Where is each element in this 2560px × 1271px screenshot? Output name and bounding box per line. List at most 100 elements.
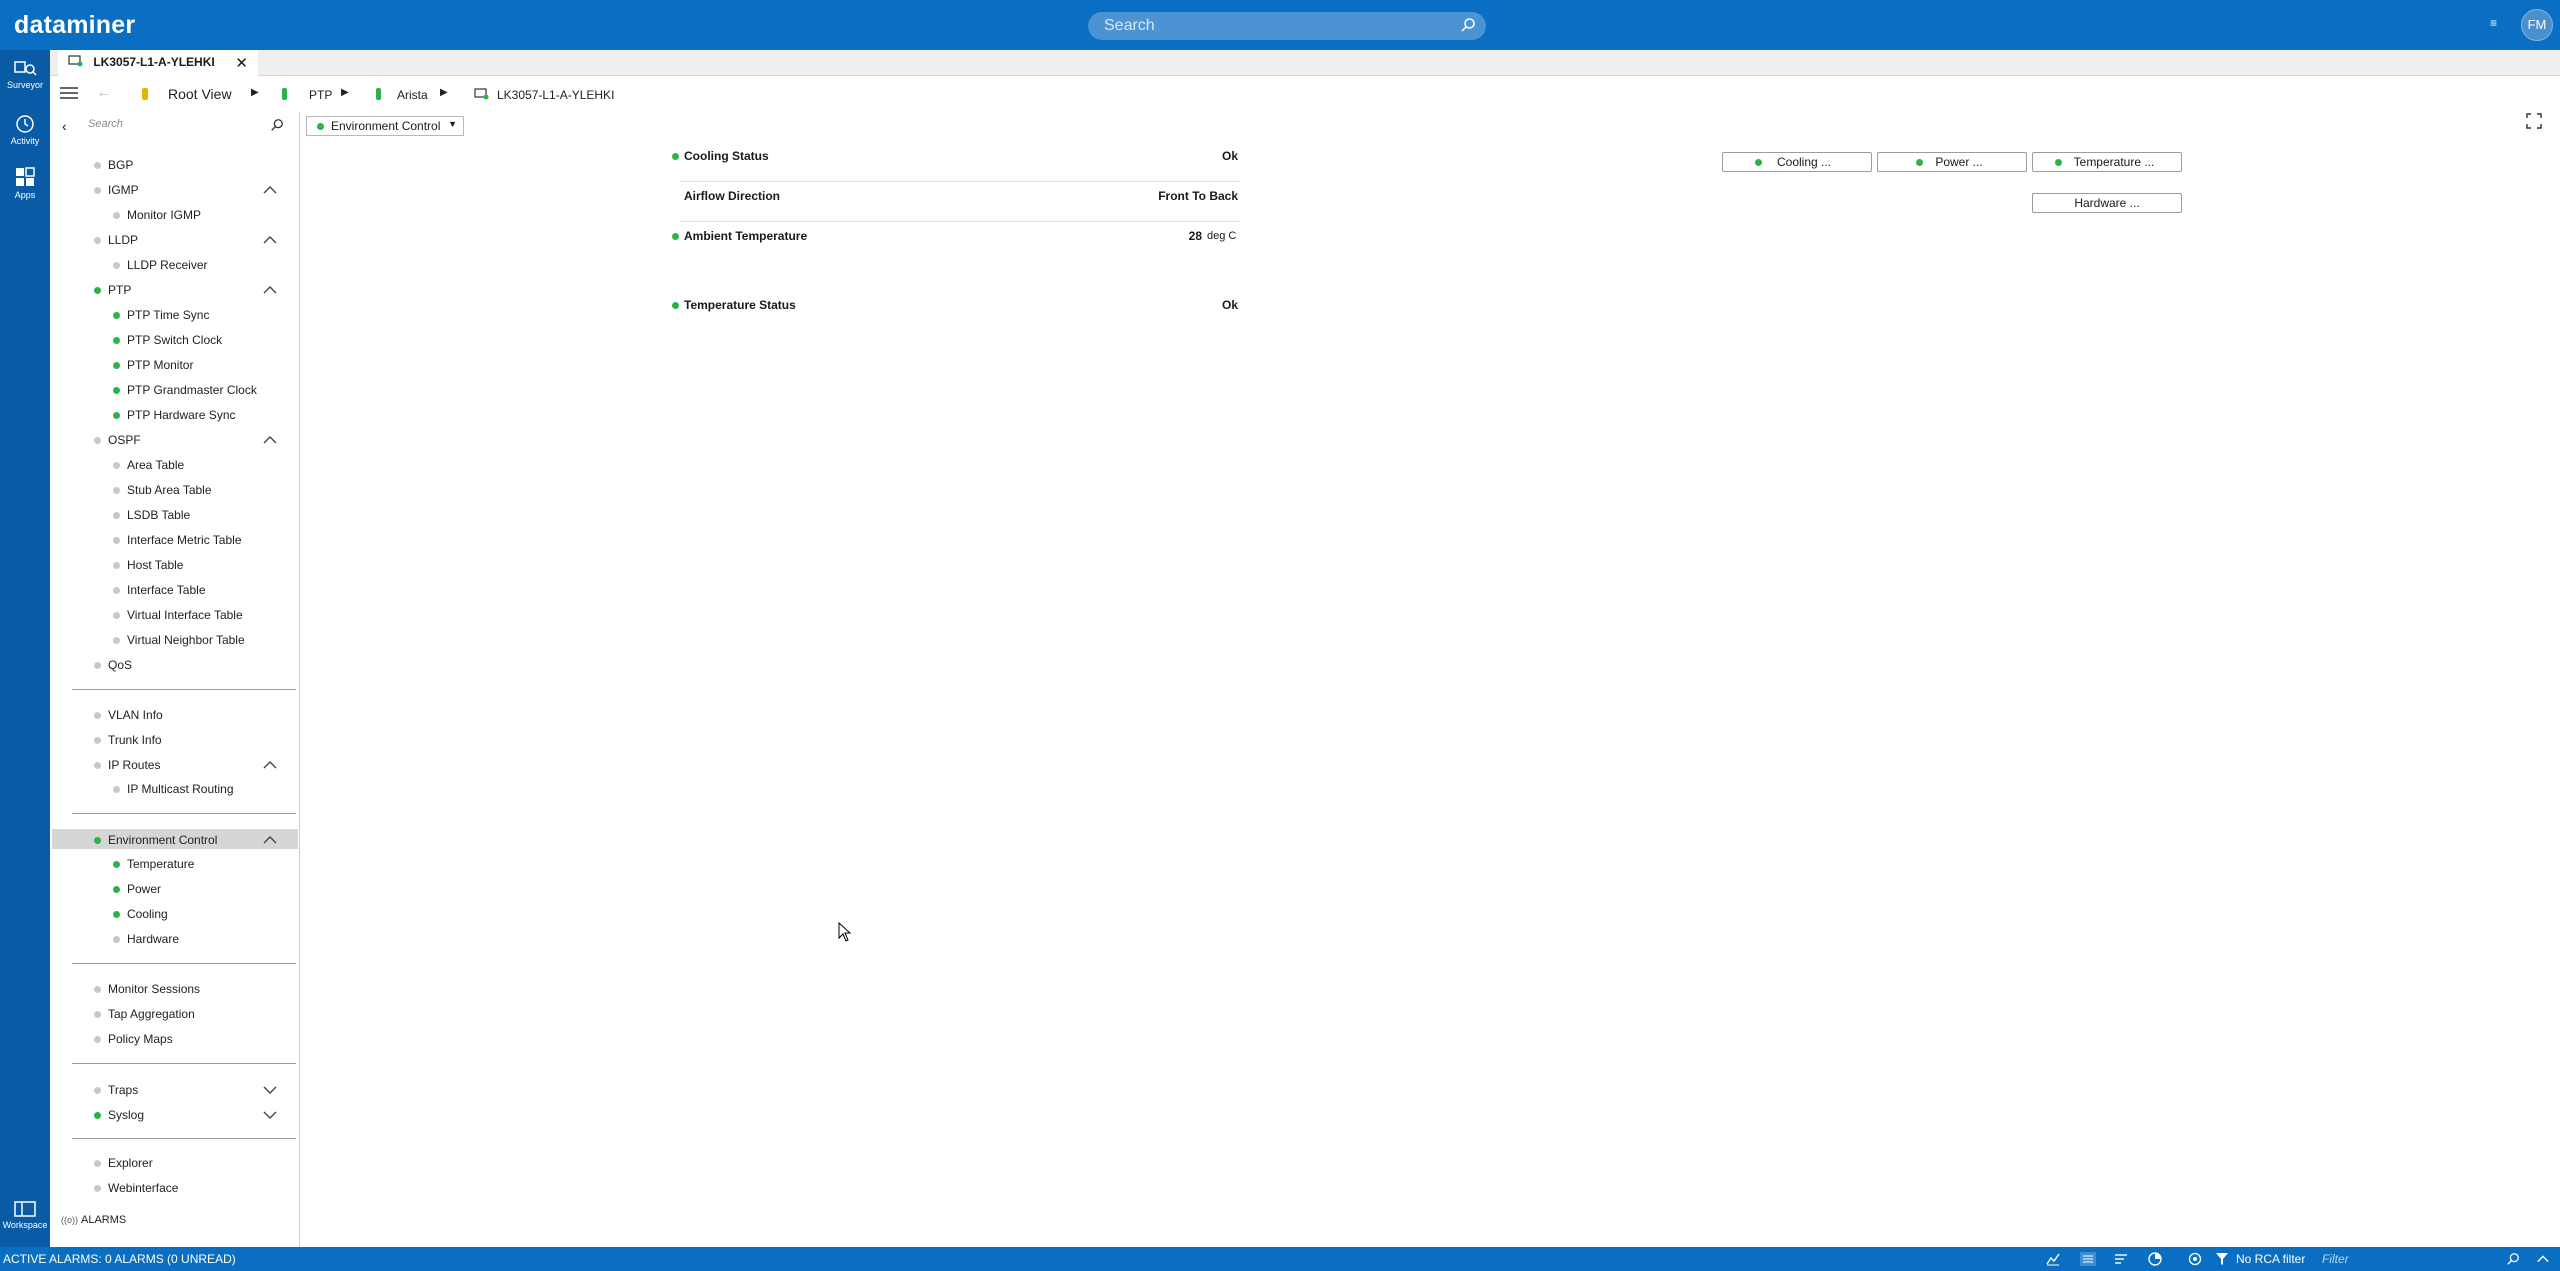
- status-dot: [317, 123, 324, 130]
- status-dot: [1916, 159, 1923, 166]
- alarm-filter-input[interactable]: Filter: [2322, 1252, 2349, 1266]
- ambient-temperature-dot: [672, 233, 679, 240]
- ptp-view-icon: [282, 88, 287, 100]
- mouse-cursor-icon: [838, 922, 852, 942]
- broadcast-icon: ((o)): [61, 1215, 78, 1225]
- chevron-up-icon[interactable]: [262, 234, 278, 246]
- tab-element-card[interactable]: LK3057-L1-A-YLEHKI ✕: [58, 50, 258, 76]
- rail-workspace-label: Workspace: [2, 1220, 48, 1230]
- power-page-button[interactable]: Power ...: [1877, 152, 2027, 172]
- page-select-value: Environment Control: [331, 119, 441, 133]
- breadcrumb-ptp[interactable]: PTP: [309, 88, 332, 102]
- nav-divider: [72, 1138, 296, 1139]
- cooling-button-label: Cooling ...: [1776, 155, 1832, 169]
- temperature-button-label: Temperature ...: [2073, 155, 2155, 169]
- hardware-button-label: Hardware ...: [2074, 196, 2140, 210]
- page-select[interactable]: Environment Control ▼: [306, 116, 464, 136]
- global-search-input[interactable]: Search: [1088, 12, 1486, 40]
- chevron-up-icon[interactable]: [262, 434, 278, 446]
- tab-label: LK3057-L1-A-YLEHKI: [93, 55, 215, 69]
- nav-divider: [72, 689, 296, 690]
- breadcrumb-root-view[interactable]: Root View: [168, 86, 232, 102]
- rca-filter-label[interactable]: No RCA filter: [2236, 1252, 2305, 1266]
- search-icon[interactable]: [2506, 1252, 2520, 1266]
- arista-view-icon: [376, 88, 381, 100]
- breadcrumb-separator-icon[interactable]: ▶: [251, 87, 259, 98]
- status-dot: [1755, 159, 1762, 166]
- root-view-icon: [142, 88, 148, 100]
- rail-apps-label: Apps: [14, 190, 36, 200]
- status-dot: [2055, 159, 2062, 166]
- hamburger-icon[interactable]: [60, 86, 78, 103]
- rail-activity[interactable]: Activity: [0, 114, 50, 146]
- ambient-temperature-label: Ambient Temperature: [684, 229, 808, 243]
- top-bar: dataminer Search ≡ FM: [0, 0, 2560, 50]
- rail-apps[interactable]: Apps: [0, 166, 50, 200]
- hardware-page-button[interactable]: Hardware ...: [2032, 193, 2182, 213]
- ambient-temperature-value: 28: [1188, 229, 1202, 243]
- page-navigation-panel: [50, 112, 300, 1247]
- breadcrumb-element[interactable]: LK3057-L1-A-YLEHKI: [497, 88, 614, 102]
- user-menu-chevron-icon[interactable]: ≡: [2490, 16, 2497, 30]
- chevron-up-icon[interactable]: [262, 184, 278, 196]
- breadcrumb: ← Root View ▶ PTP ▶ Arista ▶ LK3057-L1-A…: [50, 80, 2560, 129]
- user-avatar[interactable]: FM: [2521, 9, 2553, 41]
- airflow-direction-value: Front To Back: [1158, 189, 1238, 203]
- chevron-down-icon[interactable]: [262, 1109, 278, 1121]
- airflow-direction-label: Airflow Direction: [684, 189, 781, 203]
- collapse-panel-icon[interactable]: ‹: [62, 118, 67, 134]
- active-alarms-summary[interactable]: ACTIVE ALARMS: 0 ALARMS (0 UNREAD): [3, 1252, 236, 1266]
- rail-surveyor-label: Surveyor: [6, 80, 43, 90]
- workspace-icon: [14, 1201, 36, 1217]
- page-search-input[interactable]: Search: [88, 118, 288, 134]
- clock-icon: [16, 115, 34, 133]
- temperature-status-label: Temperature Status: [684, 298, 796, 312]
- chevron-up-icon[interactable]: [2536, 1253, 2550, 1265]
- breadcrumb-arista[interactable]: Arista: [397, 88, 428, 102]
- filter-icon[interactable]: [2216, 1252, 2228, 1266]
- temperature-page-button[interactable]: Temperature ...: [2032, 152, 2182, 172]
- cooling-status-label: Cooling Status: [684, 149, 769, 163]
- breadcrumb-separator-icon[interactable]: ▶: [440, 87, 448, 98]
- rail-surveyor[interactable]: Surveyor: [0, 60, 50, 90]
- cooling-status-dot: [672, 153, 679, 160]
- alarms-label: ALARMS: [81, 1214, 127, 1226]
- param-separator: [680, 221, 1240, 222]
- alarms-toggle[interactable]: ((o)) ALARMS: [61, 1214, 126, 1226]
- param-separator: [680, 181, 1240, 182]
- cooling-page-button[interactable]: Cooling ...: [1722, 152, 1872, 172]
- chevron-up-icon[interactable]: [262, 834, 278, 846]
- search-icon[interactable]: [270, 118, 284, 135]
- list-view-icon[interactable]: [2080, 1252, 2096, 1266]
- back-arrow-icon[interactable]: ←: [96, 84, 112, 102]
- surveyor-icon: [14, 61, 37, 76]
- temperature-status-value: Ok: [1221, 298, 1238, 312]
- close-icon[interactable]: ✕: [235, 54, 248, 72]
- rail-workspace[interactable]: Workspace: [0, 1200, 50, 1230]
- global-search-placeholder: Search: [1104, 17, 1155, 34]
- trend-icon[interactable]: [2046, 1252, 2060, 1266]
- sort-icon[interactable]: [2114, 1252, 2128, 1266]
- apps-grid-icon: [16, 167, 35, 186]
- chevron-down-icon[interactable]: [262, 1084, 278, 1096]
- target-icon[interactable]: [2188, 1252, 2202, 1266]
- ambient-temperature-unit: deg C: [1207, 230, 1237, 242]
- dropdown-arrow-icon: ▼: [448, 119, 457, 129]
- chevron-up-icon[interactable]: [262, 284, 278, 296]
- breadcrumb-separator-icon[interactable]: ▶: [341, 87, 349, 98]
- search-icon[interactable]: [1460, 17, 1476, 38]
- cooling-status-value: Ok: [1221, 149, 1238, 163]
- card-tab-bar: LK3057-L1-A-YLEHKI ✕: [50, 50, 2560, 76]
- app-logo: dataminer: [14, 11, 136, 39]
- chevron-up-icon[interactable]: [262, 759, 278, 771]
- element-icon: [474, 88, 489, 100]
- pie-icon[interactable]: [2148, 1252, 2162, 1266]
- rail-activity-label: Activity: [10, 136, 40, 146]
- app-rail: Surveyor Activity Apps Workspace: [0, 50, 50, 1247]
- nav-divider: [72, 963, 296, 964]
- status-bar: ACTIVE ALARMS: 0 ALARMS (0 UNREAD) No RC…: [0, 1247, 2560, 1271]
- nav-divider: [72, 1063, 296, 1064]
- temperature-status-dot: [672, 302, 679, 309]
- fullscreen-icon[interactable]: [2526, 113, 2542, 132]
- nav-divider: [72, 813, 296, 814]
